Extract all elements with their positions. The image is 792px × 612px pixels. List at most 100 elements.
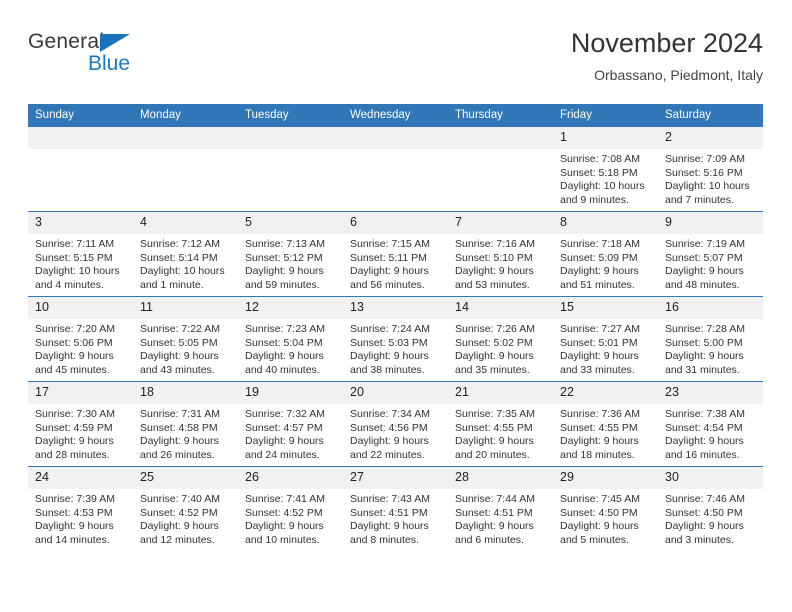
- day-number: 28: [448, 467, 553, 489]
- day-number: 4: [133, 212, 238, 234]
- sunset-text: Sunset: 4:59 PM: [35, 421, 113, 434]
- daylight-text: Daylight: 9 hours and 6 minutes.: [455, 520, 534, 546]
- calendar-day-cell[interactable]: 15 Sunrise: 7:27 AM Sunset: 5:01 PM Dayligh…: [553, 296, 658, 382]
- daylight-text: Daylight: 9 hours and 35 minutes.: [455, 350, 534, 376]
- triangle-flag-icon: [100, 34, 130, 52]
- sunrise-text: Sunrise: 7:23 AM: [245, 323, 325, 335]
- day-number: [133, 127, 238, 149]
- day-number: 10: [28, 297, 133, 319]
- day-cell-content: 4 Sunrise: 7:12 AM Sunset: 5:14 PM Daylight…: [133, 212, 238, 296]
- sunrise-text: Sunrise: 7:13 AM: [245, 238, 325, 250]
- day-cell-content: 29 Sunrise: 7:45 AM Sunset: 4:50 PM Dayligh…: [553, 467, 658, 551]
- daylight-text: Daylight: 9 hours and 12 minutes.: [140, 520, 219, 546]
- day-details: Sunrise: 7:31 AM Sunset: 4:58 PM Daylight:…: [133, 404, 238, 462]
- calendar-week-row: 17 Sunrise: 7:30 AM Sunset: 4:59 PM Dayligh…: [28, 381, 763, 467]
- day-details: Sunrise: 7:24 AM Sunset: 5:03 PM Daylight:…: [343, 319, 448, 377]
- daylight-text: Daylight: 9 hours and 24 minutes.: [245, 435, 324, 461]
- daylight-text: Daylight: 9 hours and 3 minutes.: [665, 520, 744, 546]
- calendar-day-cell[interactable]: 20 Sunrise: 7:34 AM Sunset: 4:56 PM Dayligh…: [343, 381, 448, 467]
- calendar-day-cell-empty: [28, 127, 133, 212]
- calendar-day-cell[interactable]: 6 Sunrise: 7:15 AM Sunset: 5:11 PM Daylight…: [343, 211, 448, 297]
- daylight-text: Daylight: 9 hours and 28 minutes.: [35, 435, 114, 461]
- sunrise-text: Sunrise: 7:19 AM: [665, 238, 745, 250]
- calendar-day-cell-empty: [133, 127, 238, 212]
- calendar-day-cell[interactable]: 27 Sunrise: 7:43 AM Sunset: 4:51 PM Dayligh…: [343, 466, 448, 551]
- calendar-week-row: 3 Sunrise: 7:11 AM Sunset: 5:15 PM Daylight…: [28, 211, 763, 297]
- title-block: November 2024 Orbassano, Piedmont, Italy: [571, 26, 763, 85]
- brand-logo[interactable]: General Blue: [28, 30, 258, 90]
- calendar-day-cell[interactable]: 18 Sunrise: 7:31 AM Sunset: 4:58 PM Dayligh…: [133, 381, 238, 467]
- calendar-day-cell[interactable]: 12 Sunrise: 7:23 AM Sunset: 5:04 PM Dayligh…: [238, 296, 343, 382]
- calendar-day-cell[interactable]: 25 Sunrise: 7:40 AM Sunset: 4:52 PM Dayligh…: [133, 466, 238, 551]
- day-cell-content: 13 Sunrise: 7:24 AM Sunset: 5:03 PM Dayligh…: [343, 297, 448, 381]
- calendar-day-cell[interactable]: 19 Sunrise: 7:32 AM Sunset: 4:57 PM Dayligh…: [238, 381, 343, 467]
- sunset-text: Sunset: 5:04 PM: [245, 336, 323, 349]
- daylight-text: Daylight: 9 hours and 33 minutes.: [560, 350, 639, 376]
- sunset-text: Sunset: 5:12 PM: [245, 251, 323, 264]
- daylight-text: Daylight: 9 hours and 20 minutes.: [455, 435, 534, 461]
- sunset-text: Sunset: 5:11 PM: [350, 251, 427, 264]
- day-details: Sunrise: 7:40 AM Sunset: 4:52 PM Daylight:…: [133, 489, 238, 547]
- daylight-text: Daylight: 9 hours and 31 minutes.: [665, 350, 744, 376]
- calendar-day-cell[interactable]: 4 Sunrise: 7:12 AM Sunset: 5:14 PM Daylight…: [133, 211, 238, 297]
- day-cell-content: 3 Sunrise: 7:11 AM Sunset: 5:15 PM Daylight…: [28, 212, 133, 296]
- sunrise-text: Sunrise: 7:40 AM: [140, 493, 220, 505]
- day-details: Sunrise: 7:46 AM Sunset: 4:50 PM Daylight:…: [658, 489, 763, 547]
- day-cell-content: 22 Sunrise: 7:36 AM Sunset: 4:55 PM Dayligh…: [553, 382, 658, 466]
- calendar-day-cell[interactable]: 2 Sunrise: 7:09 AM Sunset: 5:16 PM Daylight…: [658, 127, 763, 212]
- calendar-day-cell[interactable]: 9 Sunrise: 7:19 AM Sunset: 5:07 PM Daylight…: [658, 211, 763, 297]
- calendar-day-cell[interactable]: 11 Sunrise: 7:22 AM Sunset: 5:05 PM Dayligh…: [133, 296, 238, 382]
- calendar-day-cell[interactable]: 3 Sunrise: 7:11 AM Sunset: 5:15 PM Daylight…: [28, 211, 133, 297]
- day-cell-content: 2 Sunrise: 7:09 AM Sunset: 5:16 PM Daylight…: [658, 127, 763, 211]
- weekday-header-tuesday: Tuesday: [238, 104, 343, 127]
- calendar-day-cell[interactable]: 21 Sunrise: 7:35 AM Sunset: 4:55 PM Dayligh…: [448, 381, 553, 467]
- calendar-day-cell[interactable]: 28 Sunrise: 7:44 AM Sunset: 4:51 PM Dayligh…: [448, 466, 553, 551]
- calendar-day-cell-empty: [238, 127, 343, 212]
- day-cell-content: 10 Sunrise: 7:20 AM Sunset: 5:06 PM Dayligh…: [28, 297, 133, 381]
- calendar-day-cell[interactable]: 26 Sunrise: 7:41 AM Sunset: 4:52 PM Dayligh…: [238, 466, 343, 551]
- calendar-day-cell[interactable]: 16 Sunrise: 7:28 AM Sunset: 5:00 PM Dayligh…: [658, 296, 763, 382]
- daylight-text: Daylight: 9 hours and 43 minutes.: [140, 350, 219, 376]
- weekday-header-thursday: Thursday: [448, 104, 553, 127]
- sunset-text: Sunset: 4:51 PM: [455, 506, 533, 519]
- page-subtitle: Orbassano, Piedmont, Italy: [594, 67, 763, 83]
- calendar-day-cell[interactable]: 5 Sunrise: 7:13 AM Sunset: 5:12 PM Daylight…: [238, 211, 343, 297]
- calendar-day-cell[interactable]: 30 Sunrise: 7:46 AM Sunset: 4:50 PM Dayligh…: [658, 466, 763, 551]
- calendar-day-cell[interactable]: 8 Sunrise: 7:18 AM Sunset: 5:09 PM Daylight…: [553, 211, 658, 297]
- calendar-day-cell[interactable]: 10 Sunrise: 7:20 AM Sunset: 5:06 PM Dayligh…: [28, 296, 133, 382]
- calendar-day-cell[interactable]: 7 Sunrise: 7:16 AM Sunset: 5:10 PM Daylight…: [448, 211, 553, 297]
- sunset-text: Sunset: 5:05 PM: [140, 336, 218, 349]
- calendar-day-cell[interactable]: 17 Sunrise: 7:30 AM Sunset: 4:59 PM Dayligh…: [28, 381, 133, 467]
- day-details: Sunrise: 7:19 AM Sunset: 5:07 PM Daylight:…: [658, 234, 763, 292]
- day-details: Sunrise: 7:45 AM Sunset: 4:50 PM Daylight:…: [553, 489, 658, 547]
- calendar-day-cell[interactable]: 29 Sunrise: 7:45 AM Sunset: 4:50 PM Dayligh…: [553, 466, 658, 551]
- day-number: [343, 127, 448, 149]
- daylight-text: Daylight: 9 hours and 8 minutes.: [350, 520, 429, 546]
- weekday-header-monday: Monday: [133, 104, 238, 127]
- calendar-day-cell[interactable]: 1 Sunrise: 7:08 AM Sunset: 5:18 PM Daylight…: [553, 127, 658, 212]
- calendar-day-cell[interactable]: 14 Sunrise: 7:26 AM Sunset: 5:02 PM Dayligh…: [448, 296, 553, 382]
- day-cell-content: 27 Sunrise: 7:43 AM Sunset: 4:51 PM Dayligh…: [343, 467, 448, 551]
- weekday-header-saturday: Saturday: [658, 104, 763, 127]
- weekday-header-wednesday: Wednesday: [343, 104, 448, 127]
- calendar-header-row: Sunday Monday Tuesday Wednesday Thursday…: [28, 104, 763, 127]
- daylight-text: Daylight: 9 hours and 26 minutes.: [140, 435, 219, 461]
- day-number: 3: [28, 212, 133, 234]
- day-details: Sunrise: 7:44 AM Sunset: 4:51 PM Daylight:…: [448, 489, 553, 547]
- month-calendar-table: Sunday Monday Tuesday Wednesday Thursday…: [28, 104, 763, 551]
- calendar-day-cell[interactable]: 22 Sunrise: 7:36 AM Sunset: 4:55 PM Dayligh…: [553, 381, 658, 467]
- calendar-day-cell[interactable]: 13 Sunrise: 7:24 AM Sunset: 5:03 PM Dayligh…: [343, 296, 448, 382]
- brand-name-general: General: [28, 30, 105, 53]
- day-number: 6: [343, 212, 448, 234]
- sunrise-text: Sunrise: 7:41 AM: [245, 493, 325, 505]
- calendar-day-cell[interactable]: 24 Sunrise: 7:39 AM Sunset: 4:53 PM Dayligh…: [28, 466, 133, 551]
- day-cell-content: 7 Sunrise: 7:16 AM Sunset: 5:10 PM Daylight…: [448, 212, 553, 296]
- sunset-text: Sunset: 4:56 PM: [350, 421, 428, 434]
- day-cell-content: 28 Sunrise: 7:44 AM Sunset: 4:51 PM Dayligh…: [448, 467, 553, 551]
- daylight-text: Daylight: 9 hours and 16 minutes.: [665, 435, 744, 461]
- sunrise-text: Sunrise: 7:43 AM: [350, 493, 430, 505]
- day-number: 13: [343, 297, 448, 319]
- day-number: 18: [133, 382, 238, 404]
- calendar-day-cell[interactable]: 23 Sunrise: 7:38 AM Sunset: 4:54 PM Dayligh…: [658, 381, 763, 467]
- daylight-text: Daylight: 10 hours and 7 minutes.: [665, 180, 750, 206]
